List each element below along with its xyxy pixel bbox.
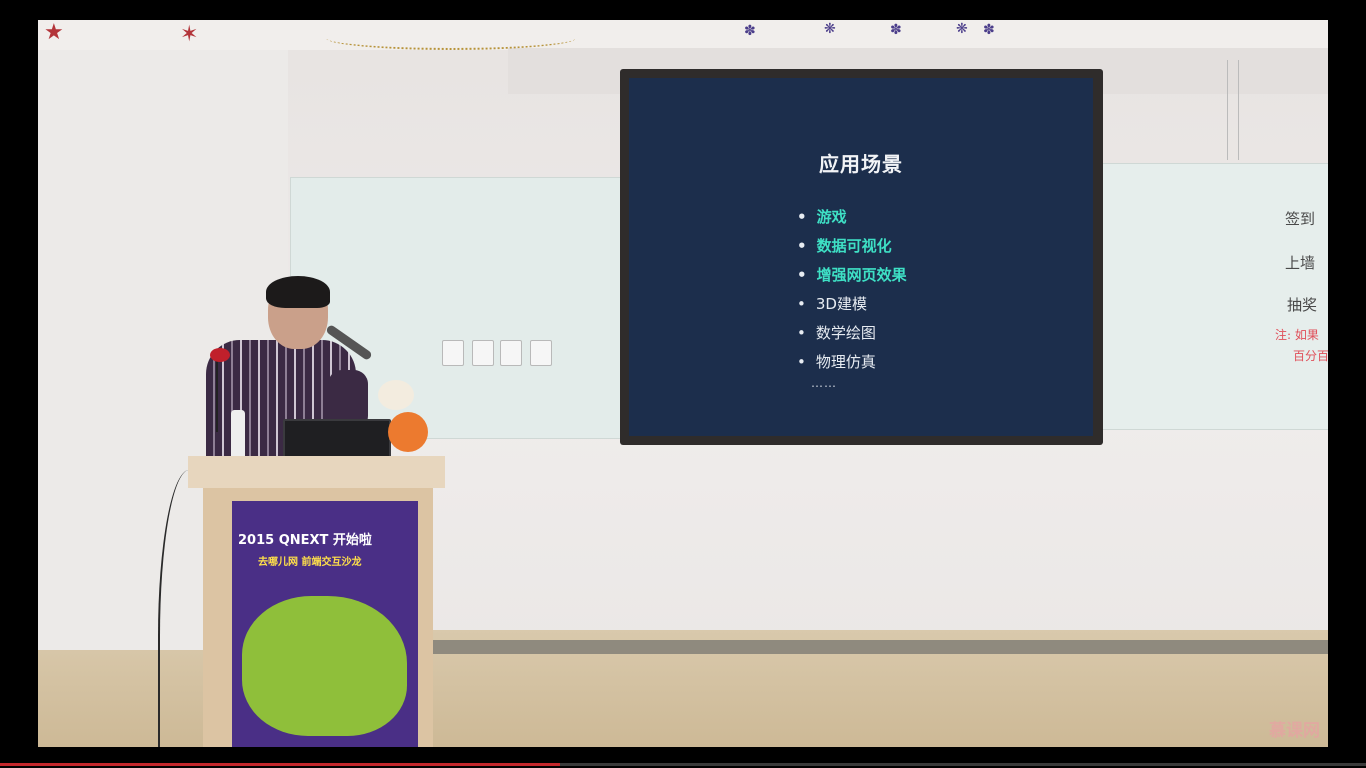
slide-bullet: 游戏 bbox=[797, 203, 907, 232]
wall-switch bbox=[442, 340, 464, 366]
video-progress-fill bbox=[0, 763, 561, 766]
slide-bullet: 3D建模 bbox=[797, 290, 907, 319]
slide-title: 应用场景 bbox=[819, 152, 903, 176]
ceiling bbox=[38, 20, 1328, 50]
flower-stem bbox=[216, 352, 218, 432]
plush-toy bbox=[388, 412, 428, 452]
hanging-decoration: ❋ bbox=[956, 21, 968, 37]
whiteboard-note: 抽奖 bbox=[1287, 296, 1318, 314]
watermark-logo: 慕课网 bbox=[1269, 721, 1320, 741]
podium-top bbox=[188, 456, 445, 488]
baseboard bbox=[433, 640, 1328, 654]
presentation-slide: 应用场景 游戏 数据可视化 增强网页效果 3D建模 数学绘图 物理仿真 …… bbox=[629, 78, 1093, 436]
whiteboard-red-note: 注: 如果 bbox=[1275, 328, 1319, 342]
whiteboard-note: 上墙 bbox=[1285, 254, 1316, 272]
slide-bullet: 数据可视化 bbox=[797, 232, 907, 261]
garland-decoration bbox=[326, 26, 576, 50]
hanging-cable bbox=[1227, 60, 1239, 160]
slide-bullet: 增强网页效果 bbox=[797, 261, 907, 290]
whiteboard-red-note: 百分百 bbox=[1293, 349, 1328, 363]
slide-ellipsis: …… bbox=[811, 376, 837, 390]
wall-switch bbox=[472, 340, 494, 366]
whiteboard-right: 签到 上墙 抽奖 注: 如果 百分百 bbox=[1100, 163, 1328, 430]
slide-bullet: 物理仿真 bbox=[797, 348, 907, 377]
plush-toy-head bbox=[378, 380, 414, 410]
hanging-decoration: ✽ bbox=[744, 23, 756, 39]
event-banner: 2015 QNEXT 开始啦 去哪儿网 前端交互沙龙 bbox=[232, 501, 418, 747]
banner-subline: 去哪儿网 前端交互沙龙 bbox=[258, 557, 362, 568]
banner-illustration bbox=[242, 596, 407, 736]
hanging-decoration: ❋ bbox=[824, 21, 836, 37]
slide-bullet-list: 游戏 数据可视化 增强网页效果 3D建模 数学绘图 物理仿真 bbox=[797, 203, 907, 377]
whiteboard-note: 签到 bbox=[1285, 210, 1316, 228]
star-decoration: ✶ bbox=[180, 22, 199, 47]
rose-flower bbox=[210, 348, 230, 362]
hanging-decoration: ✽ bbox=[890, 22, 902, 38]
speaker-hair bbox=[266, 276, 330, 308]
slide-bullet: 数学绘图 bbox=[797, 319, 907, 348]
wall-switch bbox=[500, 340, 522, 366]
wall-switch bbox=[530, 340, 552, 366]
video-progress-bar[interactable] bbox=[0, 763, 1366, 766]
banner-headline: 2015 QNEXT 开始啦 bbox=[238, 533, 372, 548]
video-frame[interactable]: ★ ✶ ✽ ❋ ✽ ❋ ✽ 签到 上墙 抽奖 注: 如果 百分百 应用场景 游戏… bbox=[38, 20, 1328, 747]
star-decoration: ★ bbox=[44, 20, 64, 45]
hanging-decoration: ✽ bbox=[983, 22, 995, 38]
